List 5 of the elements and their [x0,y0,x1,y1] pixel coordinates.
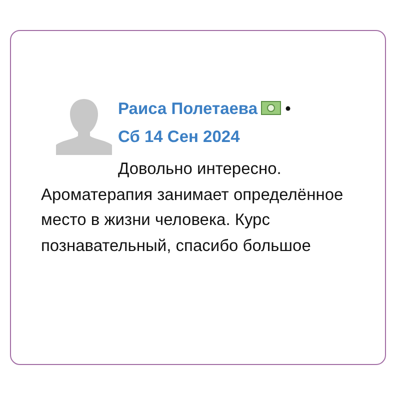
author-name[interactable]: Раиса Полетаева [118,100,258,118]
separator-dot: • [285,100,291,118]
review-text: Довольно интересно. Ароматерапия занимает определённое место в жизни человека. Курс познавательный, спасибо большое [41,159,344,256]
money-icon [260,101,281,115]
review-date[interactable]: Сб 14 Сен 2024 [118,128,240,146]
